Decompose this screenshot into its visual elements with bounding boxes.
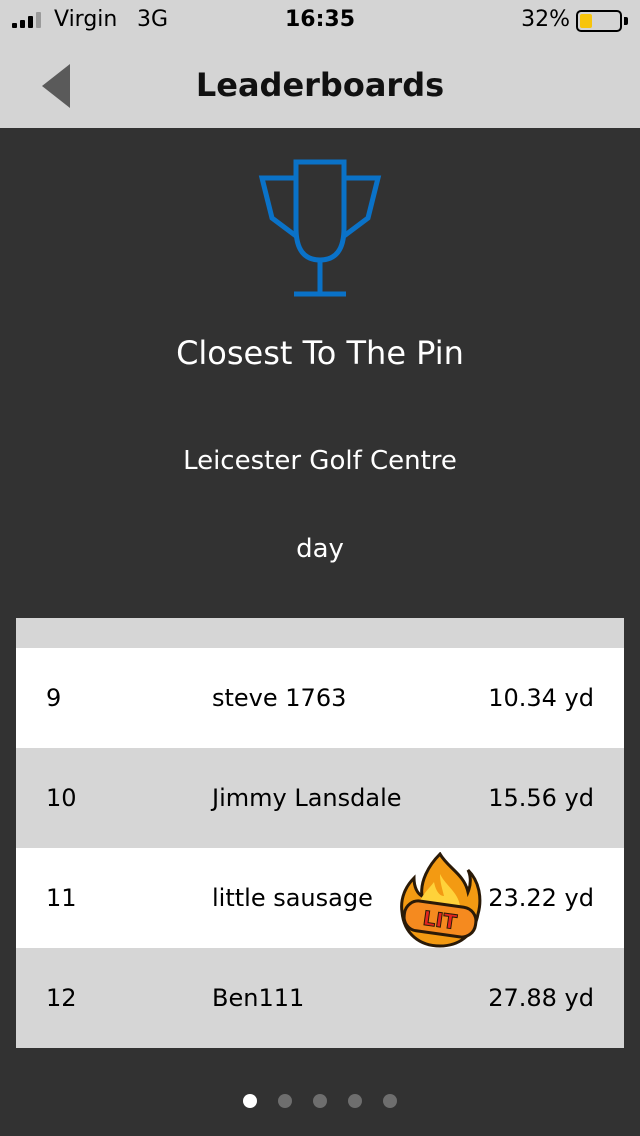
trophy-icon — [258, 159, 382, 297]
page-indicator — [0, 1093, 640, 1112]
table-row[interactable]: 12 Ben111 27.88 yd — [16, 948, 624, 1048]
navigation-bar: Leaderboards — [0, 40, 640, 128]
rank-cell: 11 — [46, 884, 77, 912]
distance-cell: 15.56 yd — [488, 784, 594, 812]
lit-sticker-text: LIT — [421, 906, 458, 935]
player-name-cell: Ben111 — [212, 984, 305, 1012]
player-name-cell: little sausage — [212, 884, 373, 912]
page-dot[interactable] — [277, 1094, 292, 1108]
player-name-cell: Jimmy Lansdale — [212, 784, 402, 812]
table-row[interactable]: 10 Jimmy Lansdale 15.56 yd — [16, 748, 624, 848]
page-dot[interactable] — [383, 1094, 398, 1108]
page-dot[interactable] — [313, 1094, 327, 1108]
battery-percentage: 32% — [521, 7, 570, 32]
page-dot[interactable] — [348, 1094, 363, 1108]
rank-cell: 12 — [46, 984, 77, 1012]
battery-level-fill — [580, 14, 592, 28]
status-bar: Virgin 3G 16:35 32% — [0, 0, 640, 40]
venue-name: Leicester Golf Centre — [183, 446, 457, 476]
rank-cell: 9 — [46, 684, 62, 712]
lit-fire-sticker-icon: LIT — [400, 852, 482, 948]
battery-tip — [624, 17, 628, 25]
battery-icon — [576, 10, 622, 32]
table-row[interactable]: 9 steve 1763 10.34 yd — [16, 648, 624, 748]
rank-cell: 10 — [46, 784, 77, 812]
player-name-cell: steve 1763 — [212, 684, 347, 712]
distance-cell: 23.22 yd — [488, 884, 594, 912]
table-row[interactable]: 11 little sausage LIT 23.22 yd — [16, 848, 624, 948]
page-title: Leaderboards — [195, 66, 445, 104]
page-dot[interactable] — [242, 1094, 257, 1108]
distance-cell: 10.34 yd — [488, 684, 594, 712]
leaderboard-period: day — [296, 534, 344, 564]
distance-cell: 27.88 yd — [488, 984, 594, 1012]
leaderboard-table: 9 steve 1763 10.34 yd 10 Jimmy Lansdale … — [16, 618, 624, 1048]
leaderboard-title: Closest To The Pin — [176, 334, 464, 372]
